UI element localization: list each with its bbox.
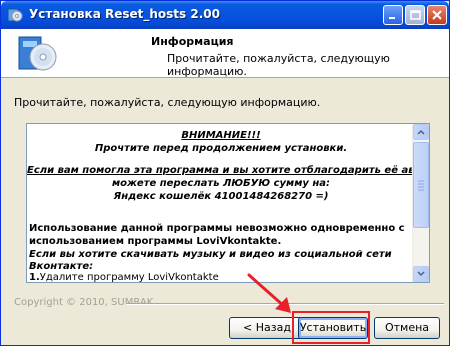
info-line: Если вы хотите скачивать музыку и видео …	[29, 249, 392, 260]
list-number: 1.	[29, 272, 40, 282]
scroll-thumb[interactable]	[413, 142, 429, 228]
info-line: использованием программы LoviVkontakte.	[29, 236, 282, 247]
window-title: Установка Reset_hosts 2.00	[29, 7, 220, 21]
header-title: Информация	[151, 35, 234, 48]
close-icon	[432, 10, 442, 20]
info-textbox[interactable]: ВНИМАНИЕ!!! Прочтите перед продолжением …	[26, 123, 430, 283]
scroll-down-button[interactable]	[413, 266, 429, 282]
info-line: Если вам помогла эта программа и вы хоти…	[27, 165, 415, 176]
scroll-up-button[interactable]	[413, 124, 429, 140]
installer-cd-icon	[7, 8, 23, 22]
maximize-icon	[410, 10, 421, 20]
cancel-button[interactable]: Отмена	[374, 317, 440, 339]
info-line: Вконтакте:	[29, 261, 94, 272]
title-bar[interactable]: Установка Reset_hosts 2.00	[1, 1, 449, 29]
minimize-button[interactable]	[383, 5, 403, 25]
minimize-icon	[389, 17, 395, 19]
info-line: Прочтите перед продолжением установки.	[94, 143, 348, 154]
grip-icon	[418, 180, 424, 191]
warning-heading: ВНИМАНИЕ!!!	[181, 130, 261, 141]
installer-window: Установка Reset_hosts 2.00 Информация Пр…	[0, 0, 450, 346]
installer-cd-box-icon	[18, 36, 57, 71]
chevron-up-icon	[417, 129, 425, 135]
info-line: можете переслать ЛЮБУЮ сумму на:	[111, 178, 331, 189]
intro-text: Прочитайте, пожалуйста, следующую информ…	[14, 96, 321, 109]
red-arrow-annotation	[247, 273, 291, 313]
info-text: ВНИМАНИЕ!!! Прочтите перед продолжением …	[27, 124, 415, 282]
header-subtitle: Прочитайте, пожалуйста, следующую информ…	[167, 52, 390, 78]
list-text: Удалите программу LoviVkontakte	[39, 272, 219, 282]
page-header: Информация Прочитайте, пожалуйста, следу…	[1, 29, 449, 78]
chevron-down-icon	[417, 271, 425, 277]
install-button-highlight	[292, 311, 370, 344]
vertical-scrollbar[interactable]	[412, 124, 429, 282]
wallet-line: Яндекс кошелёк 41001484268270 =)	[113, 191, 329, 202]
info-line: Использование данной программы невозможн…	[29, 223, 405, 234]
maximize-button[interactable]	[405, 5, 425, 25]
close-button[interactable]	[427, 5, 447, 25]
list-item: 1.Удалите программу LoviVkontakte	[29, 272, 219, 282]
